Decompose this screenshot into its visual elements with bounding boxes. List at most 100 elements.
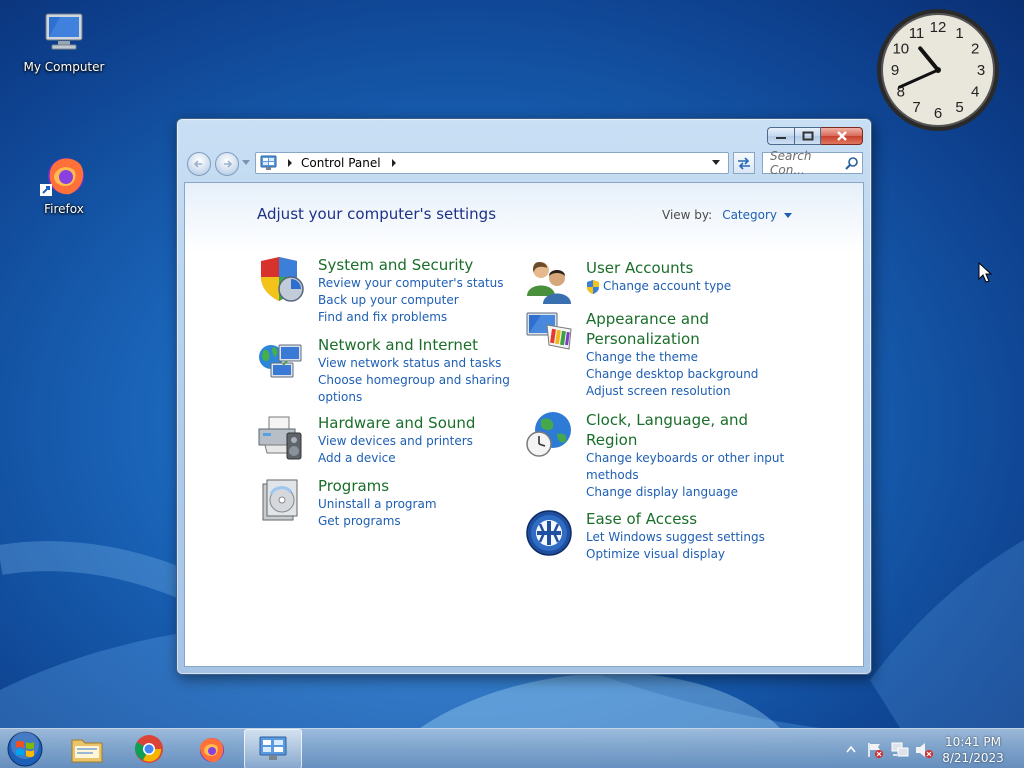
clock-numeral: 1 [955,25,963,42]
taskbar-time: 10:41 PM [945,735,1001,749]
category-appearance-and-personalization: Appearance and Personalization Change th… [525,309,785,399]
refresh-button[interactable] [733,152,755,174]
category-title[interactable]: Hardware and Sound [318,413,518,433]
category-title[interactable]: Appearance and Personalization [586,309,786,349]
change-account-type-link[interactable]: Change account type [603,278,731,295]
clock-numeral: 2 [971,41,979,58]
category-link[interactable]: Let Windows suggest settings [586,529,786,546]
printer-icon [257,413,305,461]
category-link[interactable]: Optimize visual display [586,546,786,563]
network-globe-icon [257,335,305,383]
control-panel-window[interactable]: Control Panel Search Con... Adjust your … [176,118,872,675]
category-network-and-internet: Network and Internet View network status… [257,335,517,405]
desktop-icon-label: Firefox [44,202,84,216]
category-link[interactable]: Add a device [318,450,518,467]
network-icon[interactable] [890,741,910,759]
control-panel-content: Adjust your computer's settings View by:… [184,182,864,667]
taskbar-firefox[interactable] [182,729,240,768]
desktop-icon-my-computer[interactable]: My Computer [19,8,109,74]
category-hardware-and-sound: Hardware and Sound View devices and prin… [257,413,517,473]
breadcrumb-arrow-icon [288,159,292,167]
category-ease-of-access: Ease of Access Let Windows suggest setti… [525,509,785,569]
category-clock-language-region: Clock, Language, and Region Change keybo… [525,410,785,500]
back-button[interactable] [187,152,211,176]
view-by-dropdown[interactable]: Category [722,208,777,222]
taskbar-control-panel[interactable] [244,729,302,768]
maximize-icon [802,131,813,141]
start-button[interactable] [5,730,45,768]
refresh-icon [738,157,750,170]
category-title[interactable]: Programs [318,476,518,496]
address-bar[interactable]: Control Panel [255,152,729,174]
computer-icon [40,8,88,56]
firefox-icon [40,150,88,198]
category-link[interactable]: Find and fix problems [318,309,518,326]
maximize-button[interactable] [794,127,821,145]
mouse-cursor-icon [978,262,992,283]
category-link[interactable]: Back up your computer [318,292,518,309]
breadcrumb-arrow-icon[interactable] [389,158,399,168]
category-link[interactable]: Change display language [586,484,786,501]
clock-numeral: 6 [934,105,942,122]
category-title[interactable]: Clock, Language, and Region [586,410,786,450]
taskbar-clock[interactable]: 10:41 PM 8/21/2023 [940,734,1006,766]
firefox-icon [200,738,224,763]
clock-numeral: 9 [891,62,899,79]
windows-logo-icon [7,731,43,767]
category-link[interactable]: Change keyboards or other input methods [586,450,786,484]
view-by-label: View by: [662,208,713,222]
category-title[interactable]: System and Security [318,255,518,275]
folder-icon [71,739,103,763]
category-link[interactable]: Get programs [318,513,518,530]
category-link[interactable]: View network status and tasks [318,355,518,372]
category-title[interactable]: Network and Internet [318,335,518,355]
recent-pages-dropdown-icon[interactable] [242,160,250,166]
programs-icon [257,476,305,524]
clock-numeral: 10 [892,41,909,58]
category-link[interactable]: View devices and printers [318,433,518,450]
category-link[interactable]: Change the theme [586,349,786,366]
search-icon[interactable] [845,156,858,170]
clock-numeral: 11 [909,25,925,42]
category-title[interactable]: User Accounts [586,258,786,278]
clock-numeral: 4 [971,84,979,101]
taskbar-chrome[interactable] [120,729,178,768]
clock-gadget[interactable]: 12 1 2 3 4 5 6 7 8 9 10 11 [874,6,1002,134]
uac-shield-icon [587,279,599,294]
desktop-icon-firefox[interactable]: Firefox [19,150,109,216]
back-arrow-icon [193,160,202,168]
clock-numeral: 3 [977,62,985,79]
chrome-icon [134,735,163,763]
category-link[interactable]: Choose homegroup and sharing options [318,372,518,406]
search-input[interactable]: Search Con... [762,149,863,177]
category-link[interactable]: Change desktop background [586,366,786,383]
taskbar-explorer[interactable] [58,729,116,768]
ease-of-access-icon [525,509,573,557]
action-center-flag-icon[interactable] [866,741,884,759]
control-panel-icon [259,736,287,760]
category-link[interactable]: Uninstall a program [318,496,518,513]
navigation-bar: Control Panel Search Con... [185,149,863,177]
clock-numeral: 12 [930,19,947,36]
desktop-icon-label: My Computer [23,60,105,74]
clock-face-icon: 12 1234567891011 [877,9,999,131]
close-button[interactable] [821,127,863,145]
category-link[interactable]: Review your computer's status [318,275,518,292]
category-title[interactable]: Ease of Access [586,509,786,529]
show-hidden-icons-button[interactable] [846,745,856,753]
category-link[interactable]: Change account type [586,278,786,295]
taskbar: 10:41 PM 8/21/2023 [0,728,1024,768]
category-system-and-security: System and Security Review your computer… [257,255,517,325]
volume-muted-icon[interactable] [914,741,934,759]
category-link[interactable]: Adjust screen resolution [586,383,786,400]
shield-icon [257,255,305,303]
address-dropdown-icon[interactable] [712,159,722,167]
forward-button[interactable] [215,152,239,176]
monitor-palette-icon [525,309,573,357]
taskbar-date: 8/21/2023 [942,751,1004,765]
minimize-button[interactable] [767,127,794,145]
chevron-down-icon[interactable] [783,213,792,219]
breadcrumb-control-panel[interactable]: Control Panel [301,156,381,170]
clock-numeral: 5 [955,99,963,116]
clock-numeral: 7 [912,99,920,116]
